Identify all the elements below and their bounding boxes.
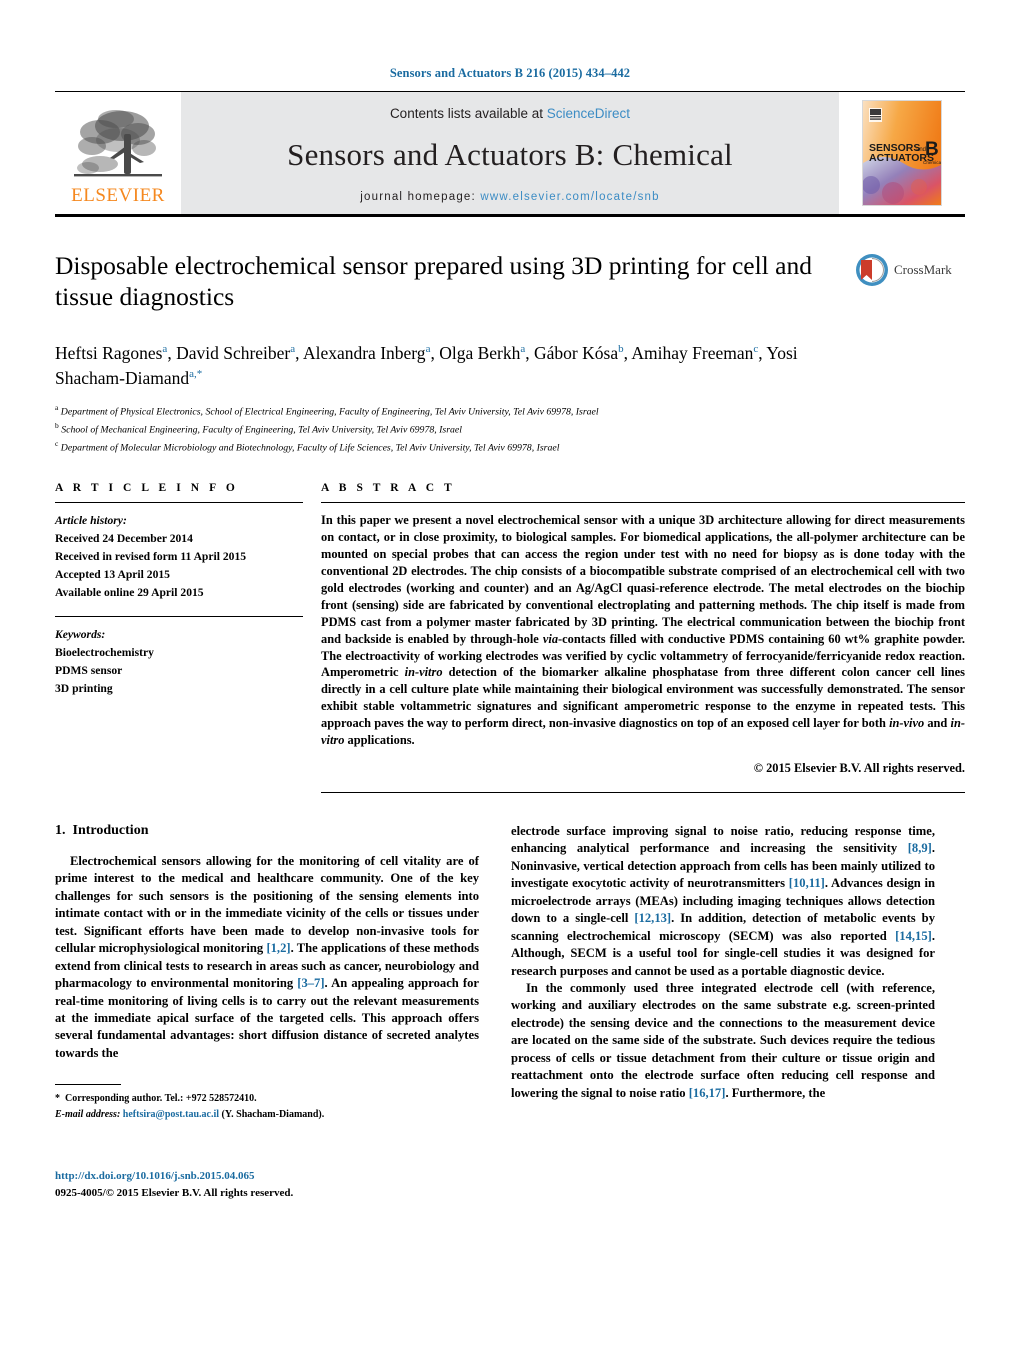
homepage-prefix: journal homepage: [360,190,476,203]
section-number: 1. [55,823,66,839]
article-history-label: Article history: [55,514,127,528]
intro-paragraph-right-1: electrode surface improving signal to no… [511,824,935,978]
keyword-item: PDMS sensor [55,663,123,677]
affiliation-item: c Department of Molecular Microbiology a… [55,438,965,456]
affiliation-mark: c [55,439,59,448]
article-info-rule [55,502,303,504]
affiliation-mark: a [55,402,59,412]
abstract-body: In this paper we present a novel electro… [321,513,965,748]
svg-text:B: B [925,139,939,160]
crossmark-label: CrossMark [894,262,952,277]
journal-title: Sensors and Actuators B: Chemical [287,136,733,172]
doi-block: http://dx.doi.org/10.1016/j.snb.2015.04.… [55,1168,479,1201]
affiliation-text: Department of Physical Electronics, Scho… [60,406,599,418]
history-received: Received 24 December 2014 [55,532,193,546]
body-right-column: electrode surface improving signal to no… [511,823,935,1123]
sciencedirect-link[interactable]: ScienceDirect [547,106,630,121]
page-title: Disposable electrochemical sensor prepar… [55,251,812,311]
body-left-column: 1. Introduction Electrochemical sensors a… [55,823,480,1199]
keywords-rule [55,615,303,617]
elsevier-tree-logo: ELSEVIER [66,101,170,205]
author-list: Heftsi Ragonesa, David Schreibera, Alexa… [55,343,798,389]
keyword-item: Bioelectrochemistry [55,645,154,659]
crossmark-badge[interactable]: CrossMark [855,253,965,287]
keywords-label: Keywords: [55,627,106,641]
abstract-rule [321,502,965,504]
masthead-panel: Contents lists available at ScienceDirec… [181,92,839,214]
corresponding-author-note: * Corresponding author. Tel.: +972 52857… [55,1093,257,1105]
cover-image: SENSORS and ACTUATORS B Chemical [862,100,942,206]
journal-cover-thumb: SENSORS and ACTUATORS B Chemical [839,92,965,214]
email-note: E-mail address: heftsira@post.tau.ac.il … [55,1109,325,1121]
doi-link[interactable]: http://dx.doi.org/10.1016/j.snb.2015.04.… [55,1168,479,1185]
publisher-logo: ELSEVIER [55,92,181,214]
elsevier-wordmark: ELSEVIER [71,185,165,206]
cover-artwork: SENSORS and ACTUATORS B Chemical [863,101,941,205]
masthead-rule [55,214,965,217]
article-info-column: A R T I C L E I N F O Article history: R… [55,482,303,793]
running-head: Sensors and Actuators B 216 (2015) 434–4… [389,66,631,80]
info-abstract-section: A R T I C L E I N F O Article history: R… [55,482,965,794]
tree-icon [74,110,162,177]
keyword-item: 3D printing [55,681,113,695]
footnote-block: * Corresponding author. Tel.: +972 52857… [55,1084,479,1123]
abstract-copyright: © 2015 Elsevier B.V. All rights reserved… [753,761,965,776]
svg-text:Chemical: Chemical [923,160,941,165]
title-block: Disposable electrochemical sensor prepar… [55,251,965,325]
affiliation-item: a Department of Physical Electronics, Sc… [55,402,965,420]
history-accepted: Accepted 13 April 2015 [55,568,170,582]
affiliation-text: Department of Molecular Microbiology and… [60,442,560,454]
contents-available-line: Contents lists available at ScienceDirec… [390,106,630,121]
abstract-column: A B S T R A C T In this paper we present… [321,482,965,794]
affiliation-mark: b [55,420,59,430]
contents-prefix: Contents lists available at [389,105,547,121]
body-columns: 1. Introduction Electrochemical sensors a… [55,823,965,1199]
intro-paragraph-left: Electrochemical sensors allowing for the… [55,854,480,1060]
history-revised: Received in revised form 11 April 2015 [55,550,247,564]
issn-copyright-line: 0925-4005/© 2015 Elsevier B.V. All right… [55,1186,294,1199]
affiliation-item: b School of Mechanical Engineering, Facu… [55,420,965,438]
journal-masthead: ELSEVIER Contents lists available at Sci… [55,92,965,214]
article-info-heading: A R T I C L E I N F O [55,482,239,495]
footnote-rule [55,1084,121,1086]
abstract-heading: A B S T R A C T [321,482,456,495]
homepage-url-link[interactable]: www.elsevier.com/locate/snb [480,191,659,203]
section-title: Introduction [72,823,149,839]
article-page: Sensors and Actuators B 216 (2015) 434–4… [0,0,1020,1351]
history-online: Available online 29 April 2015 [55,586,204,599]
affiliation-list: a Department of Physical Electronics, Sc… [55,402,965,456]
intro-paragraph-right-2: In the commonly used three integrated el… [511,980,935,1100]
crossmark-icon [856,254,888,286]
section-heading-introduction: 1. Introduction [55,823,479,839]
journal-homepage-line: journal homepage: www.elsevier.com/locat… [360,191,660,203]
abstract-bottom-rule [321,792,965,794]
affiliation-text: School of Mechanical Engineering, Facult… [61,424,462,436]
